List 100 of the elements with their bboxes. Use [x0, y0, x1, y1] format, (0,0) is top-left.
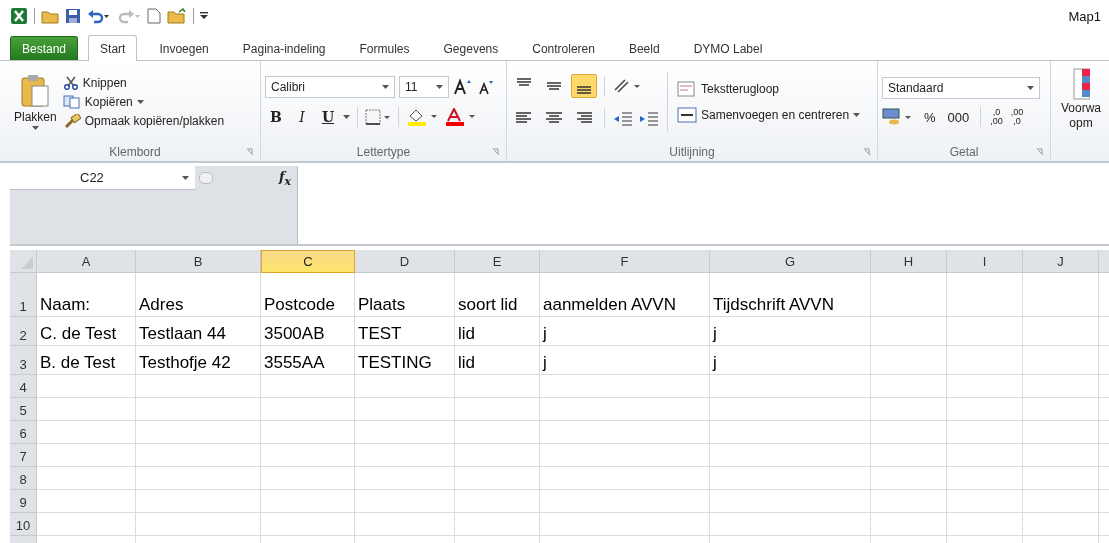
row-header[interactable]: 7 [10, 444, 37, 467]
table-cell[interactable] [540, 467, 710, 490]
table-cell[interactable]: TEST [355, 317, 455, 346]
cut-button[interactable]: Knippen [60, 75, 227, 91]
table-cell[interactable] [871, 444, 947, 467]
table-cell[interactable] [540, 444, 710, 467]
table-cell[interactable] [540, 421, 710, 444]
table-cell[interactable] [871, 375, 947, 398]
table-cell[interactable]: C. de Test [37, 317, 136, 346]
ribbon-tab[interactable]: DYMO Label [681, 36, 775, 60]
table-cell[interactable] [1023, 398, 1099, 421]
font-name-field[interactable]: Calibri [265, 76, 395, 98]
table-cell[interactable] [1023, 444, 1099, 467]
table-cell[interactable] [1023, 346, 1099, 375]
table-cell[interactable] [355, 467, 455, 490]
table-cell[interactable] [710, 513, 871, 536]
shrink-font-icon[interactable] [477, 78, 495, 96]
dialog-launcher-icon[interactable] [492, 148, 500, 156]
column-header[interactable]: I [947, 250, 1023, 273]
table-cell[interactable] [871, 273, 947, 317]
table-cell[interactable]: j [540, 346, 710, 375]
table-cell[interactable] [710, 444, 871, 467]
table-cell[interactable]: Adres [136, 273, 261, 317]
table-cell[interactable] [355, 398, 455, 421]
table-cell[interactable] [261, 513, 355, 536]
table-cell[interactable]: aanmelden AVVN [540, 273, 710, 317]
table-cell[interactable] [871, 467, 947, 490]
table-cell[interactable] [871, 421, 947, 444]
row-header[interactable]: 5 [10, 398, 37, 421]
paste-button[interactable]: Plakken [14, 74, 57, 130]
table-cell[interactable] [947, 317, 1023, 346]
table-cell[interactable] [1023, 375, 1099, 398]
table-cell[interactable] [1023, 513, 1099, 536]
dialog-launcher-icon[interactable] [1036, 148, 1044, 156]
table-cell[interactable] [540, 375, 710, 398]
table-cell[interactable]: j [710, 317, 871, 346]
dialog-launcher-icon[interactable] [863, 148, 871, 156]
underline-button[interactable]: U [317, 106, 339, 128]
table-cell[interactable] [455, 513, 540, 536]
wrap-text-button[interactable]: Tekstterugloop [675, 80, 782, 98]
redo-icon[interactable] [117, 8, 141, 24]
table-cell[interactable] [37, 513, 136, 536]
table-cell[interactable] [355, 421, 455, 444]
column-header[interactable]: J [1023, 250, 1099, 273]
ribbon-tab[interactable]: Gegevens [431, 36, 511, 60]
save-icon[interactable] [65, 8, 81, 24]
table-cell[interactable]: lid [455, 346, 540, 375]
ribbon-tab[interactable]: Pagina-indeling [230, 36, 338, 60]
table-cell[interactable] [261, 444, 355, 467]
table-cell[interactable] [261, 421, 355, 444]
folder-icon[interactable] [167, 8, 187, 24]
row-header[interactable]: 8 [10, 467, 37, 490]
ribbon-tab[interactable]: Controleren [520, 36, 607, 60]
table-cell[interactable] [37, 398, 136, 421]
row-header[interactable]: 9 [10, 490, 37, 513]
italic-button[interactable]: I [291, 106, 313, 128]
table-cell[interactable] [710, 398, 871, 421]
table-cell[interactable] [261, 490, 355, 513]
column-header[interactable]: E [455, 250, 540, 273]
row-header[interactable]: 3 [10, 346, 37, 375]
table-cell[interactable] [947, 513, 1023, 536]
grow-font-icon[interactable] [453, 78, 473, 96]
table-cell[interactable]: TESTING [355, 346, 455, 375]
format-painter-button[interactable]: Opmaak kopiëren/plakken [60, 113, 227, 129]
table-cell[interactable] [1023, 273, 1099, 317]
resize-handle[interactable] [199, 172, 213, 184]
conditional-formatting-button[interactable]: Voorwa opm [1051, 61, 1109, 131]
table-cell[interactable] [1023, 467, 1099, 490]
table-cell[interactable] [540, 398, 710, 421]
table-cell[interactable] [355, 375, 455, 398]
ribbon-tab[interactable]: Beeld [616, 36, 672, 60]
row-header[interactable]: 6 [10, 421, 37, 444]
table-cell[interactable] [1023, 317, 1099, 346]
row-header[interactable]: 1 [10, 273, 37, 317]
table-cell[interactable]: B. de Test [37, 346, 136, 375]
table-cell[interactable] [355, 490, 455, 513]
table-cell[interactable] [947, 467, 1023, 490]
fill-color-icon[interactable] [406, 108, 440, 126]
table-cell[interactable]: Testhofje 42 [136, 346, 261, 375]
caret-icon[interactable] [343, 115, 350, 119]
table-cell[interactable]: Testlaan 44 [136, 317, 261, 346]
number-format-field[interactable]: Standaard [882, 77, 1040, 99]
table-cell[interactable] [455, 398, 540, 421]
column-header[interactable]: F [540, 250, 710, 273]
increase-decimal-button[interactable]: ,0 ,00 [988, 108, 1005, 126]
table-cell[interactable] [947, 398, 1023, 421]
table-cell[interactable] [136, 467, 261, 490]
table-cell[interactable]: Postcode [261, 273, 355, 317]
ribbon-tab[interactable]: Bestand [10, 36, 79, 60]
table-cell[interactable] [1023, 490, 1099, 513]
table-cell[interactable] [136, 421, 261, 444]
table-cell[interactable] [947, 273, 1023, 317]
percent-button[interactable]: % [920, 109, 940, 125]
table-cell[interactable] [355, 444, 455, 467]
column-header[interactable]: G [710, 250, 871, 273]
table-cell[interactable] [947, 490, 1023, 513]
table-cell[interactable] [455, 444, 540, 467]
column-header[interactable]: B [136, 250, 261, 273]
table-cell[interactable] [871, 317, 947, 346]
decrease-decimal-button[interactable]: ,00 ,0 [1008, 108, 1026, 126]
